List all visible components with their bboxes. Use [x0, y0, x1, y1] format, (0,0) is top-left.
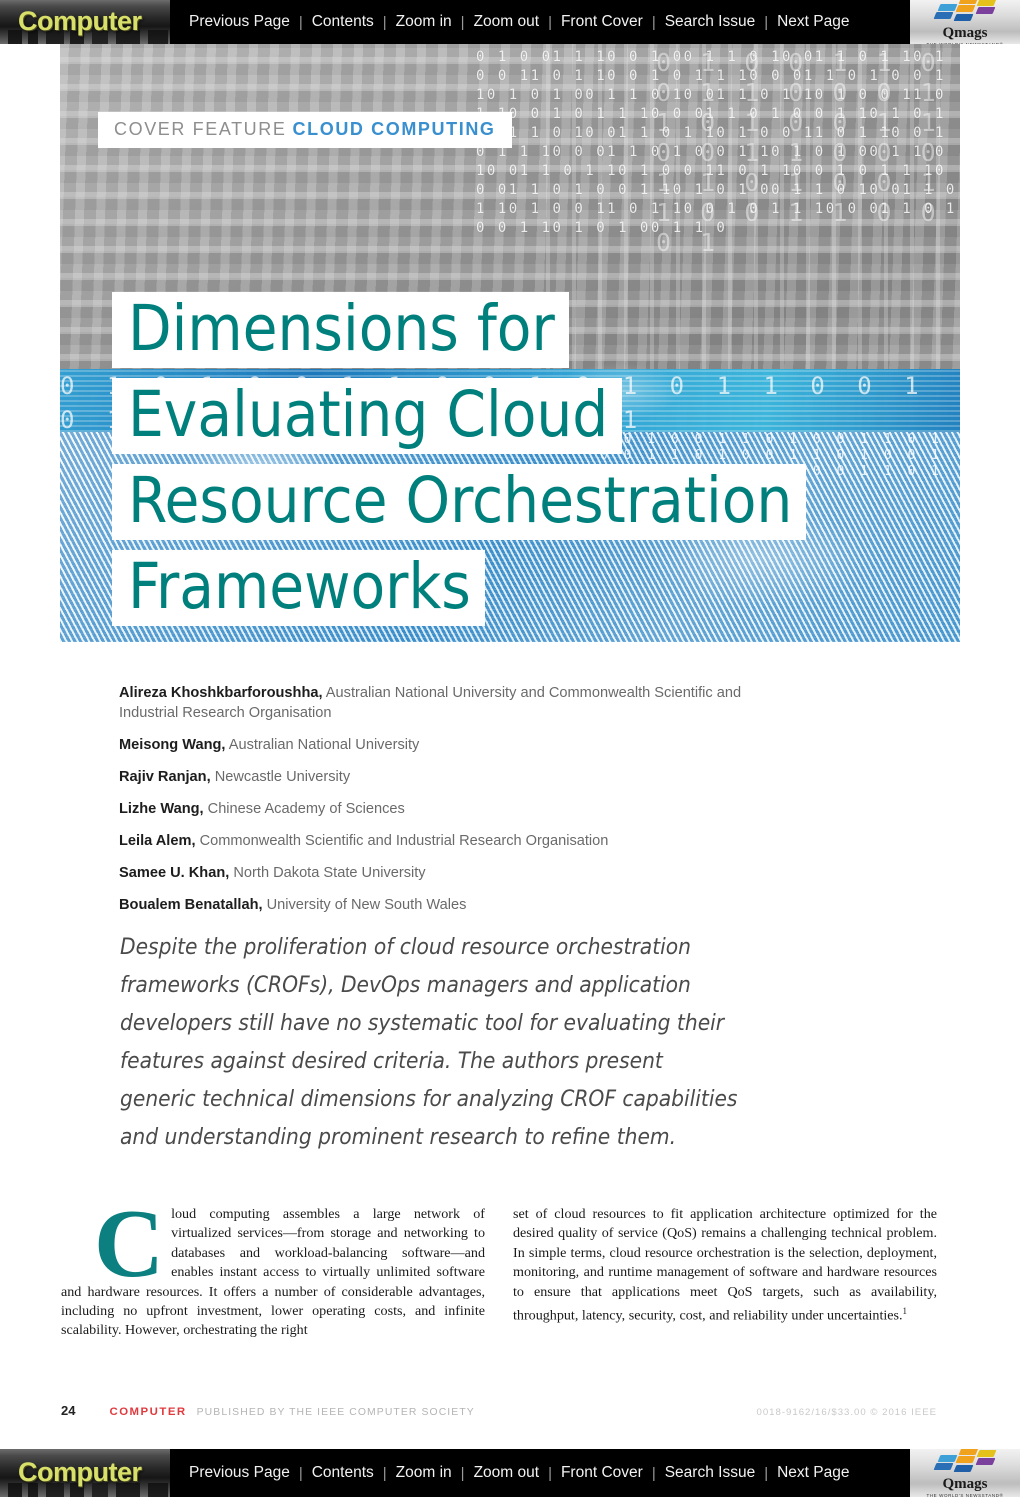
title-line-4: Frameworks: [112, 550, 485, 626]
page-footer: 24 COMPUTER PUBLISHED BY THE IEEE COMPUT…: [61, 1403, 937, 1418]
author-affiliation: Australian National University: [228, 737, 420, 753]
title-line-2: Evaluating Cloud: [112, 378, 623, 454]
qmags-chevrons-icon: [929, 1449, 1001, 1476]
author-entry: Leila Alem, Commonwealth Scientific and …: [119, 831, 799, 851]
nav-links-bottom: Previous Page | Contents | Zoom in | Zoo…: [170, 1449, 910, 1497]
nav-previous-page[interactable]: Previous Page: [180, 13, 299, 31]
title-line-1: Dimensions for: [112, 292, 569, 368]
author-entry: Rajiv Ranjan, Newcastle University: [119, 767, 799, 787]
body-column-right: set of cloud resources to fit applicatio…: [513, 1205, 937, 1341]
author-name: Lizhe Wang,: [119, 801, 204, 817]
cover-feature-banner: COVER FEATURE CLOUD COMPUTING: [98, 112, 512, 148]
nav-zoom-out[interactable]: Zoom out: [465, 1464, 548, 1482]
drop-cap: C: [94, 1190, 165, 1297]
nav-contents[interactable]: Contents: [303, 13, 383, 31]
author-affiliation: North Dakota State University: [233, 865, 426, 881]
nav-search-issue[interactable]: Search Issue: [656, 13, 764, 31]
author-entry: Meisong Wang, Australian National Univer…: [119, 735, 799, 755]
computer-brand-logo-top: Computer: [0, 0, 170, 44]
title-line-3: Resource Orchestration: [112, 464, 807, 540]
cover-feature-topic: CLOUD COMPUTING: [292, 119, 496, 139]
article-abstract: Despite the proliferation of cloud resou…: [120, 934, 738, 1150]
author-entry: Lizhe Wang, Chinese Academy of Sciences: [119, 799, 799, 819]
qmags-chevrons-icon: [929, 0, 1001, 25]
author-entry: Alireza Khoshkbarforoushha, Australian N…: [119, 683, 799, 723]
author-affiliation: Newcastle University: [214, 769, 351, 785]
brand-label: Computer: [18, 1456, 142, 1487]
qmags-logo-top[interactable]: Qmags THE WORLD'S NEWSSTAND®: [910, 0, 1020, 44]
nav-next-page[interactable]: Next Page: [768, 1464, 858, 1482]
nav-zoom-in[interactable]: Zoom in: [387, 13, 461, 31]
author-name: Meisong Wang,: [119, 737, 226, 753]
nav-next-page[interactable]: Next Page: [768, 13, 858, 31]
nav-links-top: Previous Page | Contents | Zoom in | Zoo…: [170, 0, 910, 44]
bottom-navigation-bar: Computer Previous Page | Contents | Zoom…: [0, 1449, 1020, 1497]
nav-zoom-out[interactable]: Zoom out: [465, 13, 548, 31]
qmags-wordmark: Qmags: [942, 1476, 988, 1492]
author-name: Rajiv Ranjan,: [119, 769, 211, 785]
citation-superscript: 1: [902, 1306, 908, 1317]
nav-zoom-in[interactable]: Zoom in: [387, 1464, 461, 1482]
author-affiliation: Chinese Academy of Sciences: [207, 801, 405, 817]
cover-feature-label: COVER FEATURE: [114, 119, 287, 139]
nav-previous-page[interactable]: Previous Page: [180, 1464, 299, 1482]
author-affiliation: Commonwealth Scientific and Industrial R…: [199, 833, 609, 849]
copyright-line: 0018-9162/16/$33.00 © 2016 IEEE: [756, 1407, 937, 1418]
qmags-tagline: THE WORLD'S NEWSSTAND®: [926, 1493, 1004, 1497]
author-entry: Samee U. Khan, North Dakota State Univer…: [119, 863, 799, 883]
nav-search-issue[interactable]: Search Issue: [656, 1464, 764, 1482]
article-body: Cloud computing assembles a large networ…: [61, 1190, 937, 1341]
author-list: Alireza Khoshkbarforoushha, Australian N…: [119, 683, 799, 927]
body-column-left: Cloud computing assembles a large networ…: [61, 1190, 485, 1341]
computer-brand-logo-bottom: Computer: [0, 1449, 170, 1497]
author-affiliation: University of New South Wales: [266, 897, 467, 913]
qmags-logo-bottom[interactable]: Qmags THE WORLD'S NEWSSTAND®: [910, 1449, 1020, 1497]
author-name: Leila Alem,: [119, 833, 196, 849]
body-text-right: set of cloud resources to fit applicatio…: [513, 1206, 937, 1324]
author-name: Alireza Khoshkbarforoushha,: [119, 685, 323, 701]
nav-contents[interactable]: Contents: [303, 1464, 383, 1482]
author-entry: Boualem Benatallah, University of New So…: [119, 895, 799, 915]
brand-label: Computer: [18, 5, 142, 36]
page-number: 24: [61, 1403, 76, 1418]
magazine-name: COMPUTER: [109, 1406, 187, 1418]
author-name: Boualem Benatallah,: [119, 897, 263, 913]
top-navigation-bar: Computer Previous Page | Contents | Zoom…: [0, 0, 1020, 44]
qmags-wordmark: Qmags: [942, 25, 988, 41]
nav-front-cover[interactable]: Front Cover: [552, 13, 652, 31]
nav-front-cover[interactable]: Front Cover: [552, 1464, 652, 1482]
publisher-line: PUBLISHED BY THE IEEE COMPUTER SOCIETY: [196, 1407, 475, 1418]
author-name: Samee U. Khan,: [119, 865, 230, 881]
